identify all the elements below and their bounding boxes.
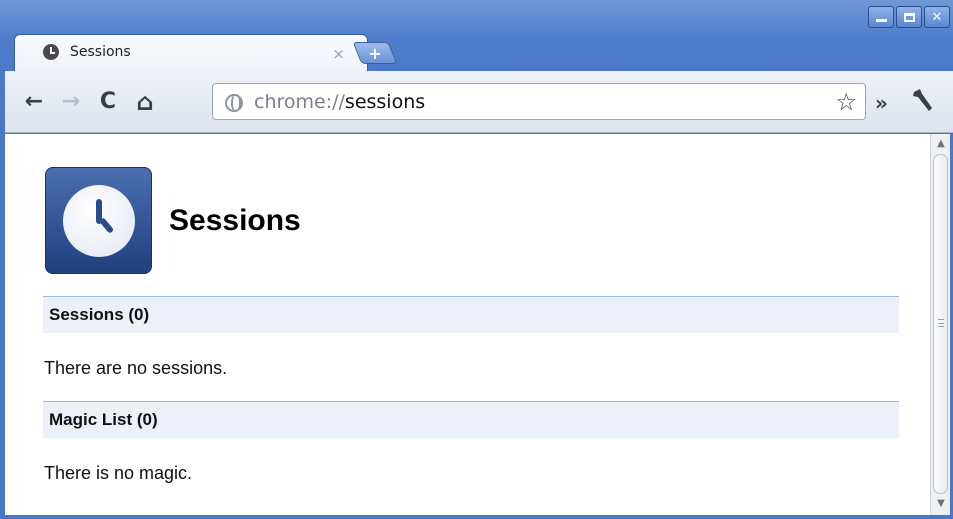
url-host: sessions <box>344 91 426 113</box>
extensions-overflow-button[interactable]: » <box>875 91 888 115</box>
close-icon: ✕ <box>931 9 943 25</box>
page-content: Sessions Sessions (0) There are no sessi… <box>5 134 930 515</box>
clock-icon <box>43 44 59 60</box>
minimize-icon <box>875 19 887 22</box>
page-header: Sessions <box>45 167 301 274</box>
sessions-empty-message: There are no sessions. <box>44 358 228 378</box>
vertical-scrollbar[interactable]: ▲ ▼ <box>930 134 950 515</box>
address-bar[interactable]: chrome://sessions ☆ <box>212 83 866 120</box>
magic-list-section-heading: Magic List (0) <box>43 401 899 438</box>
wrench-menu-button[interactable] <box>911 87 935 120</box>
wrench-icon <box>913 89 932 111</box>
url-text: chrome://sessions <box>254 91 425 113</box>
minimize-button[interactable] <box>868 6 894 28</box>
tab-sessions[interactable]: Sessions × <box>14 34 368 72</box>
maximize-button[interactable] <box>896 6 922 28</box>
globe-icon <box>225 94 243 112</box>
clock-icon <box>45 167 152 274</box>
tab-title: Sessions <box>70 44 131 60</box>
bookmark-star-icon[interactable]: ☆ <box>835 88 857 116</box>
close-window-button[interactable]: ✕ <box>924 6 950 28</box>
plus-icon: + <box>368 43 382 63</box>
window-controls: ✕ <box>868 6 950 28</box>
window-bottom-edge <box>0 515 953 519</box>
home-button[interactable]: ⌂ <box>132 89 158 115</box>
tab-close-button[interactable]: × <box>332 45 345 63</box>
url-scheme: chrome:// <box>254 91 345 113</box>
sessions-section-heading: Sessions (0) <box>43 296 899 333</box>
magic-list-empty-message: There is no magic. <box>44 463 193 483</box>
grip-icon <box>938 319 944 327</box>
back-button[interactable]: ← <box>21 89 47 115</box>
browser-window-frame: ✕ Sessions × + ← → C ⌂ chrome://sessions… <box>0 0 953 519</box>
page-title: Sessions <box>169 203 301 237</box>
maximize-icon <box>903 12 915 22</box>
reload-button[interactable]: C <box>95 89 121 115</box>
scroll-up-arrow[interactable]: ▲ <box>933 136 949 152</box>
scroll-down-arrow[interactable]: ▼ <box>933 496 949 512</box>
forward-button[interactable]: → <box>58 89 84 115</box>
toolbar: ← → C ⌂ chrome://sessions ☆ » <box>5 71 953 133</box>
new-tab-button[interactable]: + <box>352 42 398 64</box>
scrollbar-thumb[interactable] <box>933 154 948 494</box>
